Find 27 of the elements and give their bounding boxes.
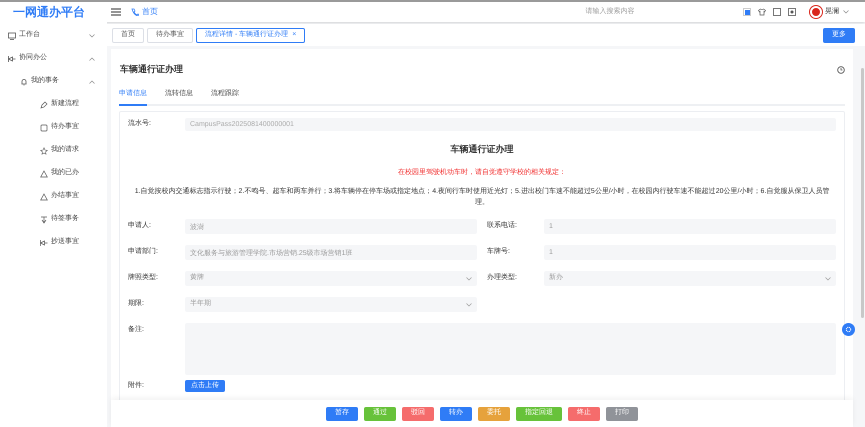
chevron-up-icon[interactable] (89, 56, 95, 60)
chevron-up-icon[interactable] (89, 80, 95, 84)
chevron-down-icon (466, 276, 472, 280)
settings-button[interactable] (842, 323, 855, 336)
triangle-icon (40, 170, 48, 178)
app-logo: 一网通办平台 (12, 4, 86, 21)
clock-icon[interactable] (837, 66, 845, 74)
chevron-down-icon (825, 276, 831, 280)
star-icon (40, 146, 48, 154)
avatar[interactable] (810, 6, 822, 18)
theme-icon[interactable] (743, 8, 751, 16)
form-title: 车辆通行证办理 (450, 143, 514, 156)
menu-icon[interactable] (111, 8, 121, 16)
breadcrumb-link[interactable]: 首页 (142, 6, 158, 18)
bell-icon (20, 78, 28, 86)
pen-icon (40, 100, 48, 108)
settings-icon (845, 326, 852, 333)
scrollbar[interactable] (861, 68, 864, 318)
triangle-icon (40, 192, 48, 200)
card-title: 车辆通行证办理 (119, 63, 183, 76)
chevron-down-icon (466, 302, 472, 306)
shirt-icon[interactable] (758, 8, 766, 16)
chevron-down-icon[interactable] (843, 10, 849, 14)
monitor-icon (8, 32, 16, 40)
fullscreen-icon[interactable] (773, 8, 781, 16)
chevron-down-icon[interactable] (89, 34, 95, 38)
phone-icon (131, 8, 139, 16)
